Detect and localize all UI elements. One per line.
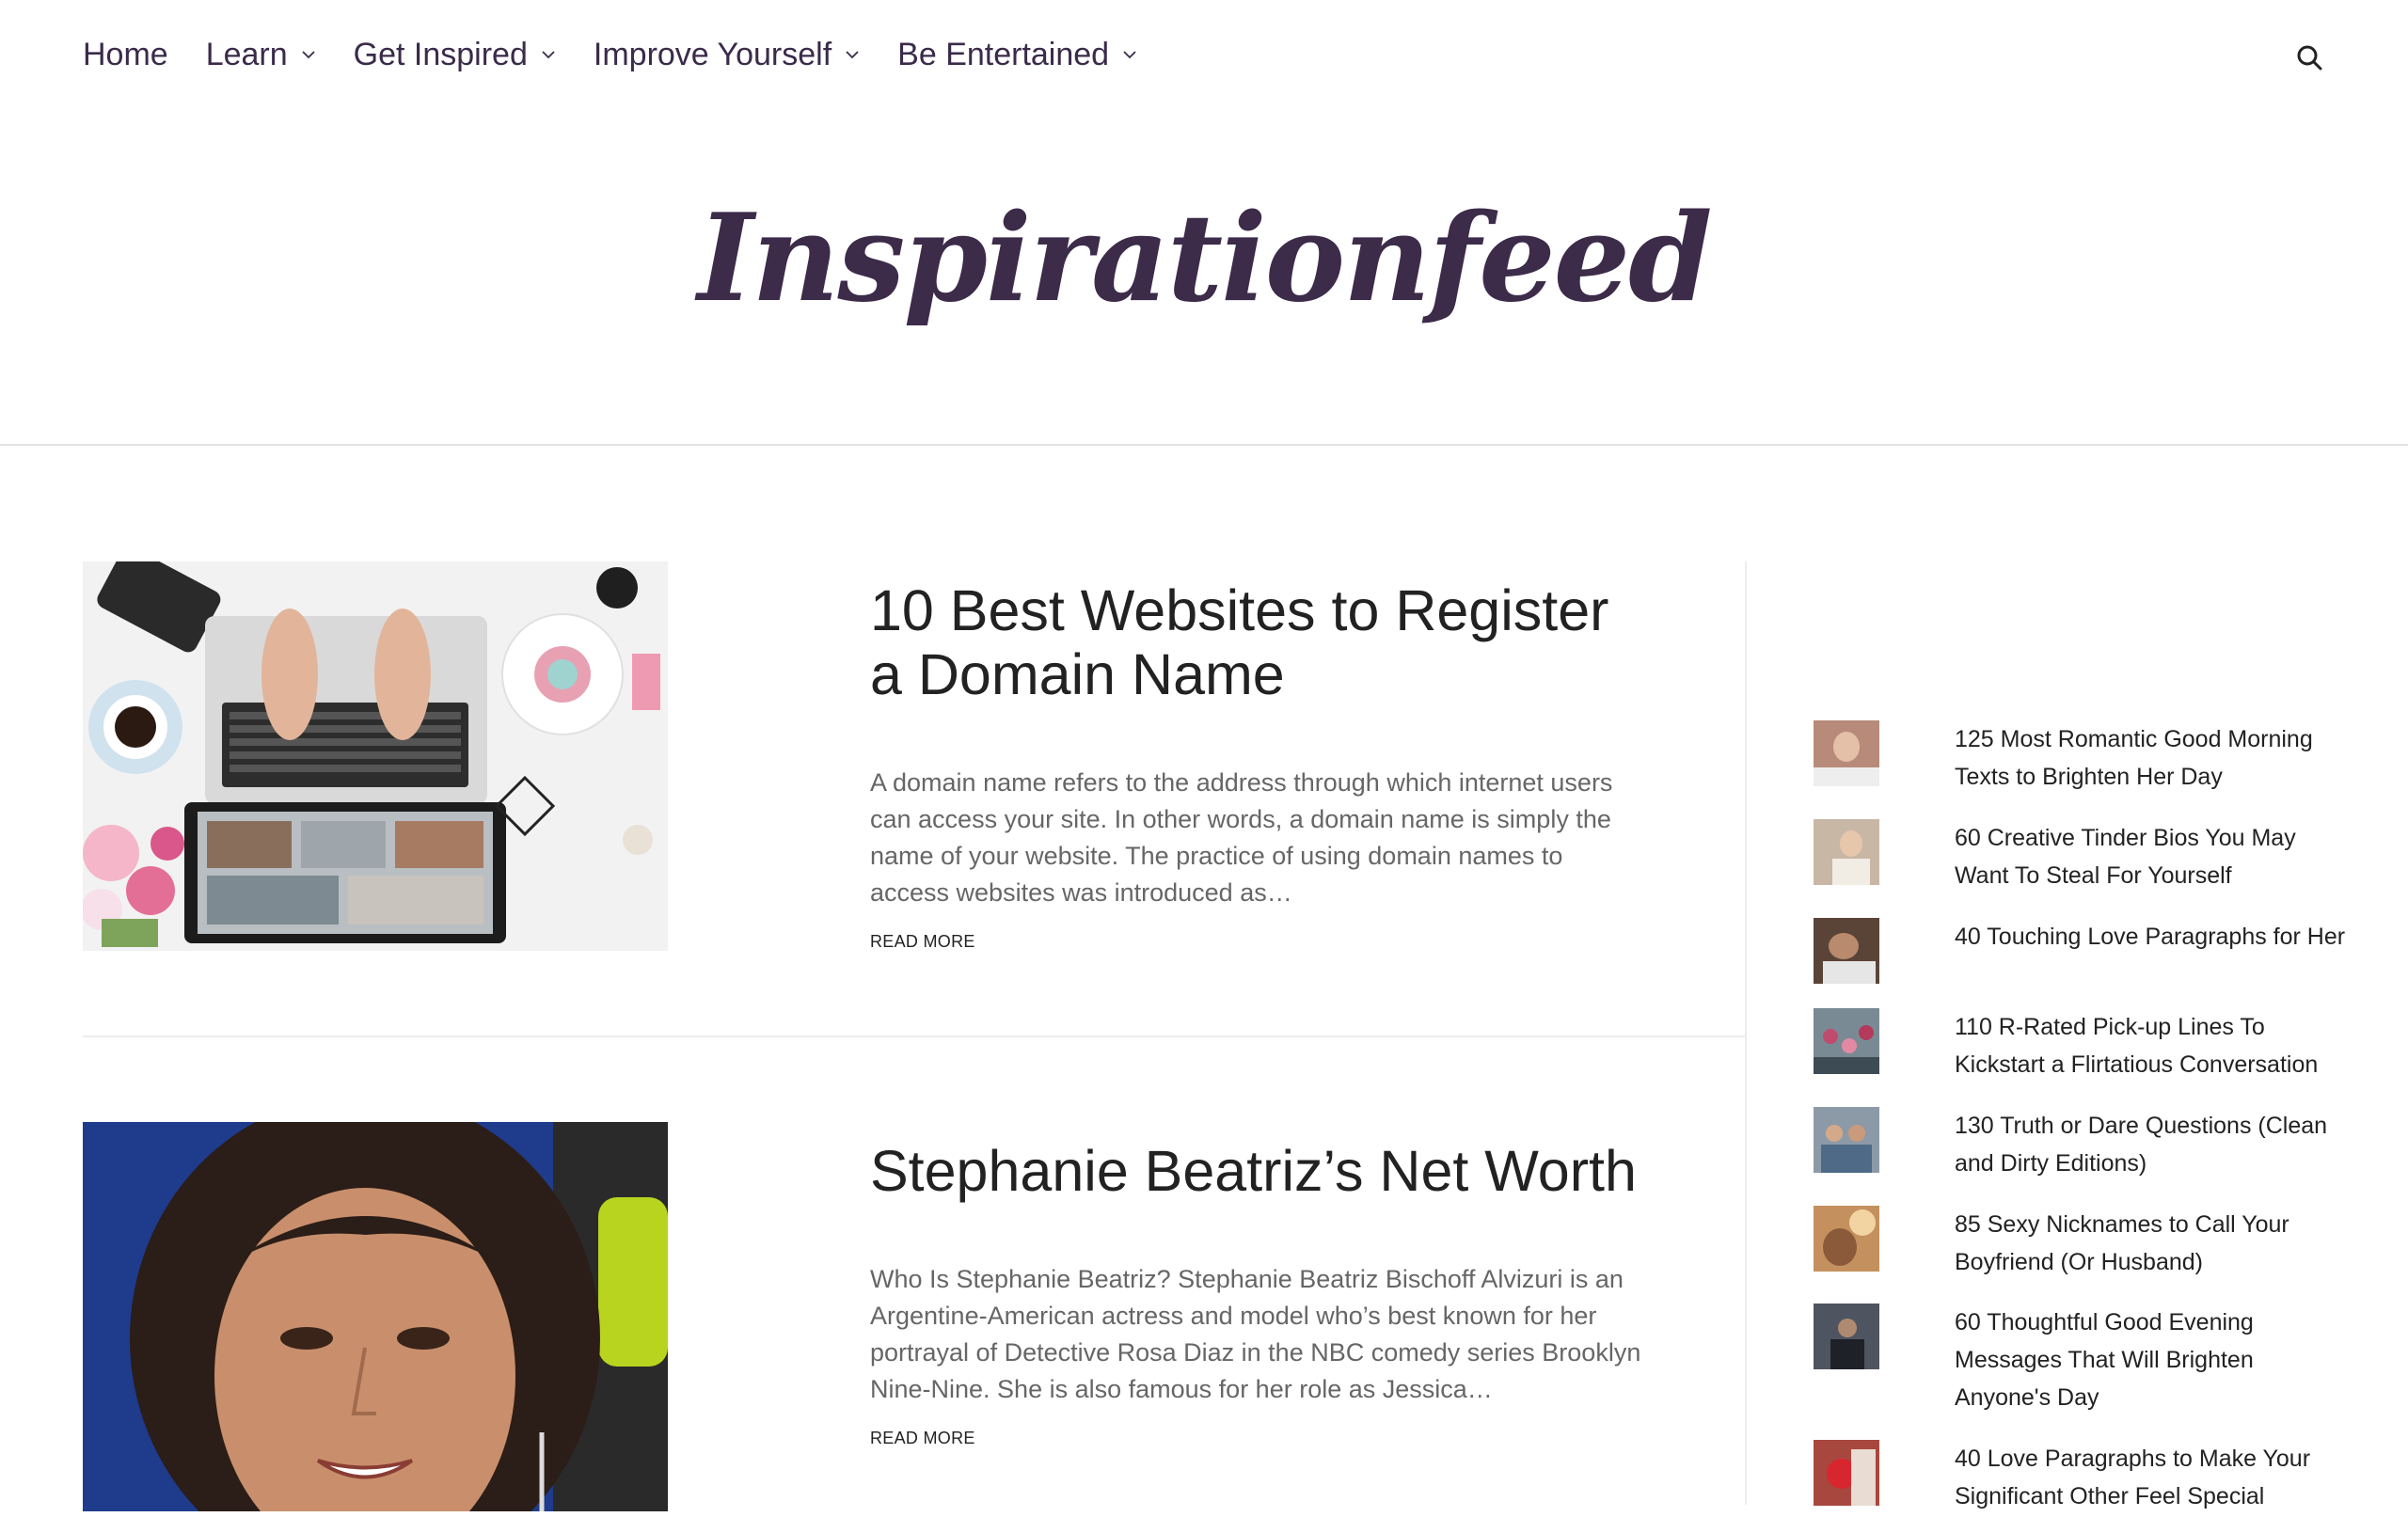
sidebar-post-thumbnail[interactable] — [1814, 1008, 1879, 1074]
post-divider — [83, 1035, 1746, 1037]
nav-item-home[interactable]: Home — [83, 37, 168, 73]
sidebar-post-thumbnail[interactable] — [1814, 918, 1879, 984]
post-excerpt: A domain name refers to the address thro… — [870, 768, 1613, 907]
post-card: 10 Best Websites to Register a Domain Na… — [83, 561, 1746, 956]
sidebar-thumb-image — [1814, 1107, 1879, 1173]
sidebar-post-title[interactable]: 40 Touching Love Paragraphs for Her — [1955, 918, 2350, 956]
sidebar-thumb-image — [1814, 1440, 1879, 1506]
nav-item-label: Learn — [205, 36, 288, 72]
nav-menu: Home Learn Get Inspired Improve Yourself… — [83, 28, 1175, 81]
laptop-desk-image — [83, 561, 668, 951]
sidebar-divider — [1745, 561, 1747, 1505]
sidebar-post-thumbnail[interactable] — [1814, 1440, 1879, 1506]
nav-item-learn[interactable]: Learn — [206, 37, 316, 73]
post-thumbnail[interactable] — [83, 561, 668, 951]
search-button[interactable] — [2291, 40, 2329, 77]
sidebar-thumb-image — [1814, 1304, 1879, 1369]
sidebar-thumb-image — [1814, 1008, 1879, 1074]
chevron-down-icon — [846, 51, 859, 59]
sidebar-post-thumbnail[interactable] — [1814, 819, 1879, 885]
post-title[interactable]: Stephanie Beatriz’s Net Worth — [870, 1139, 1641, 1203]
post-excerpt: Who Is Stephanie Beatriz? Stephanie Beat… — [870, 1265, 1641, 1403]
chevron-down-icon — [302, 51, 315, 59]
post-body: Stephanie Beatriz’s Net Worth Who Is Ste… — [870, 1139, 1641, 1448]
sidebar-post-title[interactable]: 110 R-Rated Pick-up Lines To Kickstart a… — [1955, 1008, 2350, 1083]
site-logo[interactable]: Inspirationfeed — [0, 160, 2408, 357]
read-more-link[interactable]: READ MORE — [870, 1429, 975, 1448]
sidebar-thumb-image — [1814, 819, 1879, 885]
post-title[interactable]: 10 Best Websites to Register a Domain Na… — [870, 578, 1641, 706]
nav-item-label: Improve Yourself — [593, 36, 832, 72]
chevron-down-icon — [1123, 51, 1136, 59]
sidebar-post-title[interactable]: 60 Creative Tinder Bios You May Want To … — [1955, 819, 2350, 894]
nav-item-be-entertained[interactable]: Be Entertained — [897, 37, 1137, 73]
sidebar-thumb-image — [1814, 1206, 1879, 1272]
sidebar-post-thumbnail[interactable] — [1814, 720, 1879, 786]
nav-item-label: Home — [83, 36, 168, 72]
logo-text: Inspirationfeed — [697, 188, 1712, 329]
sidebar-post-thumbnail[interactable] — [1814, 1304, 1879, 1369]
portrait-image — [83, 1122, 668, 1511]
chevron-down-icon — [542, 51, 555, 59]
sidebar-post-thumbnail[interactable] — [1814, 1107, 1879, 1173]
sidebar-post-title[interactable]: 60 Thoughtful Good Evening Messages That… — [1955, 1304, 2350, 1416]
read-more-link[interactable]: READ MORE — [870, 932, 975, 952]
sidebar-post-title[interactable]: 130 Truth or Dare Questions (Clean and D… — [1955, 1107, 2350, 1182]
search-icon — [2297, 45, 2322, 71]
post-body: 10 Best Websites to Register a Domain Na… — [870, 578, 1641, 952]
post-thumbnail[interactable] — [83, 1122, 668, 1511]
post-card: Stephanie Beatriz’s Net Worth Who Is Ste… — [83, 1122, 1746, 1517]
sidebar-post-title[interactable]: 85 Sexy Nicknames to Call Your Boyfriend… — [1955, 1206, 2350, 1281]
sidebar-post-title[interactable]: 40 Love Paragraphs to Make Your Signific… — [1955, 1440, 2350, 1515]
nav-item-get-inspired[interactable]: Get Inspired — [354, 37, 556, 73]
sidebar-thumb-image — [1814, 918, 1879, 984]
nav-item-label: Get Inspired — [353, 36, 528, 72]
nav-item-label: Be Entertained — [897, 36, 1110, 72]
header-divider — [0, 444, 2408, 446]
sidebar-thumb-image — [1814, 720, 1879, 786]
top-navigation: Home Learn Get Inspired Improve Yourself… — [0, 0, 2408, 109]
sidebar-post-thumbnail[interactable] — [1814, 1206, 1879, 1272]
nav-item-improve-yourself[interactable]: Improve Yourself — [594, 37, 860, 73]
sidebar-post-title[interactable]: 125 Most Romantic Good Morning Texts to … — [1955, 720, 2350, 796]
